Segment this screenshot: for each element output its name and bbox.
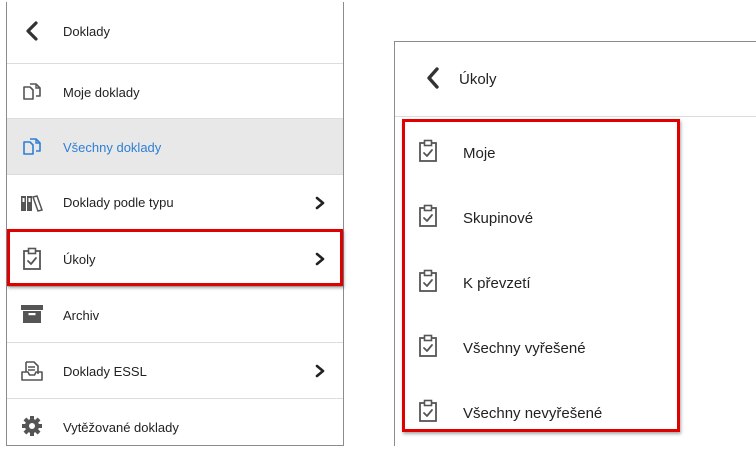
menu-item-label: Archiv — [63, 308, 100, 323]
clipboard-check-icon — [415, 138, 441, 164]
submenu-header[interactable]: Úkoly — [395, 42, 756, 117]
menu-item-label: Úkoly — [63, 252, 96, 267]
documents-icon — [19, 134, 45, 160]
chevron-right-icon — [315, 364, 325, 383]
submenu-item-skupinove[interactable]: Skupinové — [395, 185, 756, 250]
menu-item-moje-doklady[interactable]: Moje doklady — [7, 63, 343, 119]
submenu-item-vsechny-vyresene[interactable]: Všechny vyřešené — [395, 315, 756, 380]
menu-item-label: Všechny doklady — [63, 140, 162, 155]
chevron-left-icon[interactable] — [19, 18, 45, 44]
clipboard-check-icon — [415, 398, 441, 424]
menu-item-label: Doklady ESSL — [63, 364, 147, 379]
chevron-left-icon[interactable] — [425, 67, 441, 94]
documents-icon — [19, 79, 45, 105]
header-label: Doklady — [63, 24, 110, 39]
submenu-item-label: Všechny vyřešené — [463, 340, 586, 357]
menu-item-label: Vytěžované doklady — [63, 420, 179, 435]
submenu-item-moje[interactable]: Moje — [395, 120, 756, 185]
submenu-item-label: K převzetí — [463, 275, 531, 292]
menu-item-label: Moje doklady — [63, 85, 140, 100]
submenu-title: Úkoly — [459, 71, 497, 88]
submenu-item-label: Moje — [463, 145, 496, 162]
menu-item-doklady-essl[interactable]: Doklady ESSL — [7, 342, 343, 398]
gear-icon — [19, 413, 45, 439]
clipboard-check-icon — [415, 268, 441, 294]
binders-icon — [19, 190, 45, 216]
submenu-item-label: Skupinové — [463, 210, 534, 227]
submenu-item-vsechny-nevyresene[interactable]: Všechny nevyřešené — [395, 380, 756, 445]
ukoly-submenu-panel: Úkoly Moje Skupinové K převzetí Všechny … — [394, 41, 756, 446]
menu-item-label: Doklady podle typu — [63, 195, 174, 210]
chevron-right-icon — [315, 196, 325, 215]
archive-box-icon — [19, 301, 45, 327]
clipboard-check-icon — [415, 333, 441, 359]
menu-item-vsechny-doklady[interactable]: Všechny doklady — [7, 118, 343, 174]
inbox-docs-icon — [19, 358, 45, 384]
back-to-doklady-row[interactable]: Doklady — [7, 2, 343, 58]
clipboard-check-icon — [19, 246, 45, 272]
chevron-right-icon — [315, 252, 325, 271]
menu-item-ukoly[interactable]: Úkoly — [7, 230, 343, 286]
menu-item-doklady-podle-typu[interactable]: Doklady podle typu — [7, 174, 343, 230]
clipboard-check-icon — [415, 203, 441, 229]
submenu-item-label: Všechny nevyřešené — [463, 405, 603, 422]
menu-item-archiv[interactable]: Archiv — [7, 286, 343, 342]
main-menu-panel: Doklady Moje doklady Všechny doklady Dok… — [6, 2, 344, 446]
submenu-item-k-prevzeti[interactable]: K převzetí — [395, 250, 756, 315]
